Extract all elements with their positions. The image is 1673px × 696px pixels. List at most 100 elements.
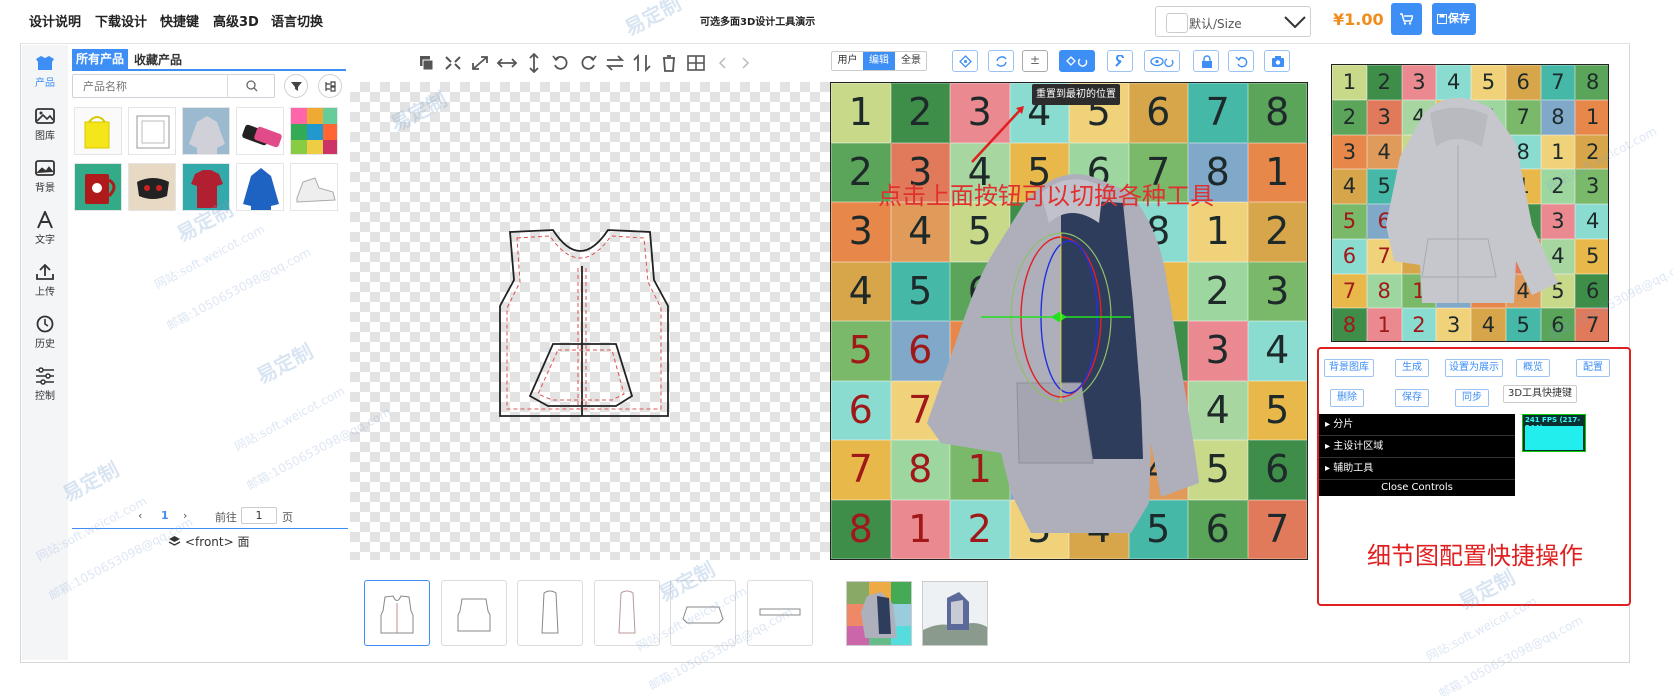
generate-button[interactable]: 生成 bbox=[1395, 359, 1429, 377]
rotate-right-icon[interactable] bbox=[577, 53, 599, 73]
tool-undo-button[interactable] bbox=[1228, 50, 1254, 72]
controls-panel: ▸ 分片 ▸ 主设计区域 ▸ 辅助工具 Close Controls bbox=[1319, 414, 1515, 496]
piece-thumb-back[interactable] bbox=[441, 580, 507, 646]
pager-current[interactable]: 1 bbox=[161, 509, 169, 522]
piece-thumb-band[interactable] bbox=[747, 580, 813, 646]
nav-label: 产品 bbox=[35, 78, 55, 89]
nav-item-product[interactable]: 产品 bbox=[22, 54, 68, 89]
page-input[interactable]: 1 bbox=[241, 507, 277, 524]
product-thumb-blue-hoodie[interactable] bbox=[236, 163, 284, 211]
fit-icon[interactable] bbox=[442, 53, 464, 73]
tool-lock-button[interactable] bbox=[1193, 50, 1219, 72]
menu-shortcuts[interactable]: 快捷键 bbox=[160, 11, 199, 30]
product-thumb-shoe[interactable] bbox=[290, 163, 338, 211]
history-icon bbox=[36, 315, 54, 333]
nav-label: 背景 bbox=[35, 183, 55, 194]
tool-eye-rotate-button[interactable] bbox=[1144, 50, 1180, 72]
tool-refresh-button[interactable] bbox=[988, 50, 1014, 72]
detail-preview[interactable]: 1234567823456781345678124567812356781234… bbox=[1331, 64, 1609, 342]
product-thumb-mug[interactable] bbox=[74, 163, 122, 211]
copy-icon[interactable] bbox=[415, 53, 437, 73]
rotate-left-icon[interactable] bbox=[550, 53, 572, 73]
face-divider bbox=[72, 528, 348, 529]
controls-folder-pieces[interactable]: ▸ 分片 bbox=[1319, 414, 1515, 436]
piece-thumb-sleeve-left[interactable] bbox=[517, 580, 583, 646]
tool-plusminus-button[interactable]: ± bbox=[1022, 50, 1048, 72]
nav-item-gallery[interactable]: 图库 bbox=[22, 107, 68, 142]
piece-thumb-sleeve-right[interactable] bbox=[594, 580, 660, 646]
piece-thumb-pocket[interactable] bbox=[670, 580, 736, 646]
tab-all-products[interactable]: 所有产品 bbox=[72, 49, 128, 69]
tool-tooltip: 重置到最初的位置 bbox=[1032, 84, 1120, 105]
tab-underline bbox=[72, 69, 346, 71]
nav-item-history[interactable]: 历史 bbox=[22, 315, 68, 350]
design-canvas-2d[interactable] bbox=[350, 82, 830, 560]
product-thumb-phonecase[interactable] bbox=[236, 107, 284, 155]
top-bar: 设计说明 下载设计 快捷键 高级3D 语言切换 可选多面3D设计工具演示 默认/… bbox=[0, 0, 1673, 43]
detail-save-button[interactable]: 保存 bbox=[1395, 389, 1429, 407]
close-controls-button[interactable]: Close Controls bbox=[1319, 480, 1515, 496]
tool-reset-button[interactable] bbox=[1059, 50, 1095, 72]
controls-folder-main-area[interactable]: ▸ 主设计区域 bbox=[1319, 436, 1515, 458]
product-thumb-pattern[interactable] bbox=[290, 107, 338, 155]
nav-item-controls[interactable]: 控制 bbox=[22, 367, 68, 402]
pager-next-icon[interactable]: › bbox=[183, 509, 187, 522]
search-input[interactable] bbox=[83, 76, 233, 97]
nav-item-background[interactable]: 背景 bbox=[22, 159, 68, 194]
flip-vertical-icon[interactable] bbox=[631, 53, 653, 73]
config-button[interactable]: 配置 bbox=[1576, 359, 1610, 377]
menu-language[interactable]: 语言切换 bbox=[271, 11, 323, 30]
text-icon bbox=[37, 211, 53, 229]
filter-button[interactable] bbox=[284, 74, 308, 98]
3d-shortcuts-button[interactable]: 3D工具快捷键 bbox=[1503, 385, 1577, 403]
stretch-vertical-icon[interactable] bbox=[523, 53, 545, 73]
product-thumb-tote[interactable] bbox=[74, 107, 122, 155]
expand-icon[interactable] bbox=[469, 53, 491, 73]
flip-horizontal-icon[interactable] bbox=[604, 53, 626, 73]
tool-wrench-button[interactable] bbox=[1107, 50, 1133, 72]
trash-icon[interactable] bbox=[658, 53, 680, 73]
nav-label: 历史 bbox=[35, 339, 55, 350]
mode-edit[interactable]: 编辑 bbox=[863, 52, 895, 70]
grid-icon[interactable] bbox=[685, 53, 707, 73]
stretch-horizontal-icon[interactable] bbox=[496, 53, 518, 73]
pager-prev-icon[interactable]: ‹ bbox=[138, 509, 142, 522]
undo-icon bbox=[1235, 56, 1248, 68]
size-select[interactable]: 默认/Size bbox=[1155, 6, 1311, 37]
product-thumb-shirt[interactable] bbox=[182, 163, 230, 211]
tool-target-button[interactable] bbox=[952, 50, 978, 72]
tool-camera-button[interactable] bbox=[1264, 50, 1290, 72]
piece-thumb-front[interactable] bbox=[364, 580, 430, 646]
sync-button[interactable]: 同步 bbox=[1455, 389, 1489, 407]
redo-arrow-icon[interactable] bbox=[734, 53, 756, 73]
toolbar-hint-annotation: 点击上面按钮可以切换各种工具 bbox=[878, 182, 1214, 210]
controls-folder-aux-tools[interactable]: ▸ 辅助工具 bbox=[1319, 458, 1515, 480]
mode-panorama[interactable]: 全景 bbox=[895, 52, 926, 70]
nav-item-upload[interactable]: 上传 bbox=[22, 263, 68, 298]
search-divider bbox=[227, 74, 228, 98]
menu-download-design[interactable]: 下载设计 bbox=[95, 11, 147, 30]
background-gallery-button[interactable]: 背景图库 bbox=[1324, 359, 1374, 377]
search-icon[interactable] bbox=[246, 80, 258, 92]
cart-button[interactable] bbox=[1391, 3, 1422, 35]
product-thumb-hoodie[interactable] bbox=[182, 107, 230, 155]
save-button[interactable]: 保存 bbox=[1432, 3, 1476, 35]
price-display: ¥1.00 bbox=[1333, 10, 1384, 29]
hoodie-3d-model bbox=[927, 174, 1199, 534]
scene-thumb-landscape[interactable] bbox=[922, 581, 988, 646]
menu-advanced-3d[interactable]: 高级3D bbox=[213, 11, 259, 30]
product-thumb-mask[interactable] bbox=[128, 163, 176, 211]
mode-user[interactable]: 用户 bbox=[832, 52, 863, 70]
sort-button[interactable] bbox=[318, 74, 342, 98]
set-display-button[interactable]: 设置为展示 bbox=[1445, 359, 1503, 377]
scene-thumb-grid[interactable] bbox=[846, 581, 912, 646]
delete-button[interactable]: 删除 bbox=[1330, 389, 1364, 407]
tab-favorite-products[interactable]: 收藏产品 bbox=[134, 51, 182, 68]
face-label[interactable]: <front> 面 bbox=[185, 533, 249, 550]
undo-arrow-icon[interactable] bbox=[712, 53, 734, 73]
viewport-3d[interactable]: 1234567823456781345678124567812356781234… bbox=[830, 82, 1308, 560]
menu-design-guide[interactable]: 设计说明 bbox=[29, 11, 81, 30]
product-thumb-box[interactable] bbox=[128, 107, 176, 155]
nav-item-text[interactable]: 文字 bbox=[22, 211, 68, 246]
overview-button[interactable]: 概览 bbox=[1516, 359, 1550, 377]
